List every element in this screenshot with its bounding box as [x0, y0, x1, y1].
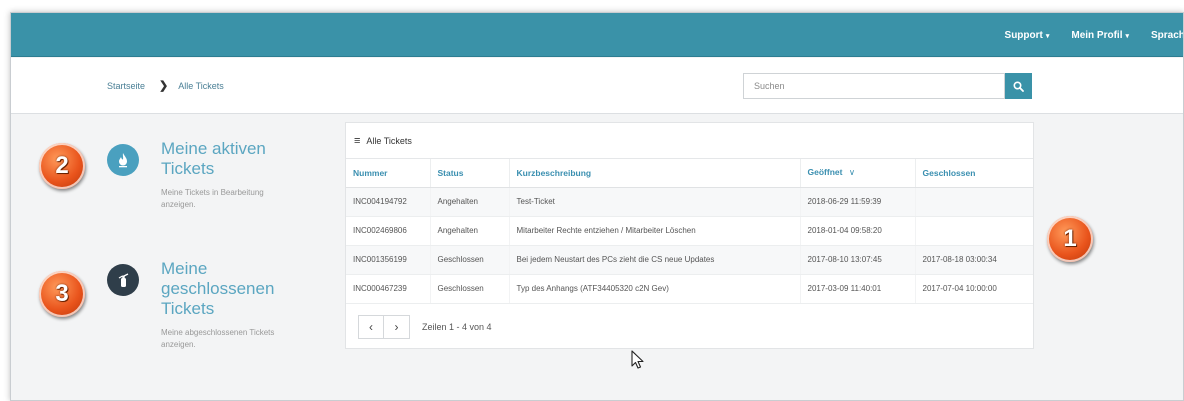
- nav-language[interactable]: Sprache▾: [1151, 29, 1183, 41]
- active-tickets-title-line1: Meine aktiven: [161, 139, 266, 158]
- sort-descending-icon: ∨: [848, 167, 856, 178]
- closed-tickets-title-line3: Tickets: [161, 299, 215, 318]
- panel-title: Alle Tickets: [366, 135, 412, 146]
- cell-status: Angehalten: [430, 187, 510, 217]
- column-header-number[interactable]: Nummer: [346, 159, 431, 188]
- callout-badge-2: 2: [39, 143, 85, 189]
- table-row[interactable]: INC001356199 Geschlossen Bei jedem Neust…: [346, 245, 1033, 275]
- cell-number[interactable]: INC002469806: [346, 216, 431, 246]
- active-tickets-widget[interactable]: Meine aktiven Tickets Meine Tickets in Be…: [161, 139, 266, 211]
- cell-opened: 2018-06-29 11:59:39: [800, 187, 916, 217]
- nav-my-profile-label: Mein Profil: [1071, 29, 1123, 41]
- breadcrumb-current-link[interactable]: Alle Tickets: [178, 81, 224, 91]
- cell-status: Angehalten: [430, 216, 510, 246]
- cell-summary: Test-Ticket: [509, 187, 801, 217]
- table-row[interactable]: INC004194792 Angehalten Test-Ticket 2018…: [346, 187, 1033, 217]
- cell-opened: 2018-01-04 09:58:20: [800, 216, 916, 246]
- fire-extinguisher-glyph: [118, 273, 129, 287]
- next-page-button[interactable]: ›: [384, 315, 410, 339]
- flame-icon[interactable]: [107, 144, 139, 176]
- caret-down-icon: ▾: [1125, 32, 1130, 40]
- top-nav-menu: Support▾ Mein Profil▾ Sprache▾: [983, 13, 1183, 57]
- closed-tickets-title-line2: geschlossenen: [161, 279, 275, 298]
- flame-glyph: [119, 153, 127, 168]
- pagination-summary: Zeilen 1 - 4 von 4: [422, 322, 492, 332]
- cell-number[interactable]: INC004194792: [346, 187, 431, 217]
- cell-opened: 2017-08-10 13:07:45: [800, 245, 916, 275]
- column-header-status[interactable]: Status: [430, 159, 510, 188]
- breadcrumb: Startseite ❯ Alle Tickets: [107, 79, 224, 92]
- nav-support-label: Support: [1004, 29, 1043, 41]
- cell-summary: Bei jedem Neustart des PCs zieht die CS …: [509, 245, 801, 275]
- hamburger-menu-icon[interactable]: ≡: [354, 135, 360, 147]
- active-tickets-description: Meine Tickets in Bearbeitung anzeigen.: [161, 187, 266, 211]
- closed-tickets-widget[interactable]: Meine geschlossenen Tickets Meine abgeschl…: [161, 259, 274, 351]
- cell-number[interactable]: INC000467239: [346, 274, 431, 304]
- cell-closed: [915, 216, 1033, 246]
- closed-tickets-title-line1: Meine: [161, 259, 208, 278]
- closed-tickets-desc-line2: anzeigen.: [161, 340, 196, 349]
- tickets-table-header: Nummer Status Kurzbeschreibung Geöffnet …: [346, 159, 1033, 188]
- top-navigation-bar: Support▾ Mein Profil▾ Sprache▾: [11, 13, 1183, 57]
- tickets-table: Nummer Status Kurzbeschreibung Geöffnet …: [346, 159, 1033, 304]
- active-tickets-desc-line1: Meine Tickets in Bearbeitung: [161, 188, 264, 197]
- column-header-opened-label: Geöffnet: [807, 167, 843, 178]
- column-header-opened[interactable]: Geöffnet ∨: [800, 159, 916, 188]
- closed-tickets-title[interactable]: Meine geschlossenen Tickets: [161, 259, 274, 319]
- fire-extinguisher-icon[interactable]: [107, 264, 139, 296]
- cell-summary: Mitarbeiter Rechte entziehen / Mitarbeit…: [509, 216, 801, 246]
- column-header-closed[interactable]: Geschlossen: [915, 159, 1033, 188]
- previous-page-button[interactable]: ‹: [358, 315, 384, 339]
- active-tickets-title-line2: Tickets: [161, 159, 215, 178]
- search-icon: [1013, 80, 1024, 92]
- breadcrumb-bar: Startseite ❯ Alle Tickets: [11, 58, 1183, 114]
- column-header-summary[interactable]: Kurzbeschreibung: [509, 159, 801, 188]
- all-tickets-panel: ≡ Alle Tickets Nummer Status Kurzbeschre…: [345, 122, 1034, 349]
- table-row[interactable]: INC000467239 Geschlossen Typ des Anhangs…: [346, 274, 1033, 304]
- cell-status: Geschlossen: [430, 245, 510, 275]
- cell-closed: [915, 187, 1033, 217]
- callout-badge-1: 1: [1047, 216, 1093, 262]
- pagination: ‹ › Zeilen 1 - 4 von 4: [358, 315, 492, 339]
- chevron-right-icon: ❯: [159, 80, 169, 92]
- search-input[interactable]: [743, 73, 1005, 99]
- panel-header: ≡ Alle Tickets: [346, 123, 1033, 159]
- active-tickets-desc-line2: anzeigen.: [161, 200, 196, 209]
- cell-opened: 2017-03-09 11:40:01: [800, 274, 916, 304]
- cell-closed: 2017-07-04 10:00:00: [915, 274, 1033, 304]
- caret-down-icon: ▾: [1045, 32, 1050, 40]
- nav-my-profile[interactable]: Mein Profil ▾: [1071, 30, 1129, 41]
- cell-status: Geschlossen: [430, 274, 510, 304]
- nav-support[interactable]: Support ▾: [1005, 30, 1050, 41]
- header-row: Nummer Status Kurzbeschreibung Geöffnet …: [346, 159, 1033, 188]
- breadcrumb-home-link[interactable]: Startseite: [107, 81, 145, 91]
- cell-closed: 2017-08-18 03:00:34: [915, 245, 1033, 275]
- table-row[interactable]: INC002469806 Angehalten Mitarbeiter Rech…: [346, 216, 1033, 246]
- cell-number[interactable]: INC001356199: [346, 245, 431, 275]
- search-button[interactable]: [1005, 73, 1032, 99]
- closed-tickets-desc-line1: Meine abgeschlossenen Tickets: [161, 328, 275, 337]
- callout-badge-3: 3: [39, 271, 85, 317]
- closed-tickets-description: Meine abgeschlossenen Tickets anzeigen.: [161, 327, 274, 351]
- browser-frame: Support▾ Mein Profil▾ Sprache▾ Startseit…: [10, 12, 1184, 401]
- mouse-cursor-icon: [631, 350, 644, 369]
- cell-summary: Typ des Anhangs (ATF34405320 c2N Gev): [509, 274, 801, 304]
- nav-language-label: Sprache: [1151, 29, 1183, 41]
- active-tickets-title[interactable]: Meine aktiven Tickets: [161, 139, 266, 179]
